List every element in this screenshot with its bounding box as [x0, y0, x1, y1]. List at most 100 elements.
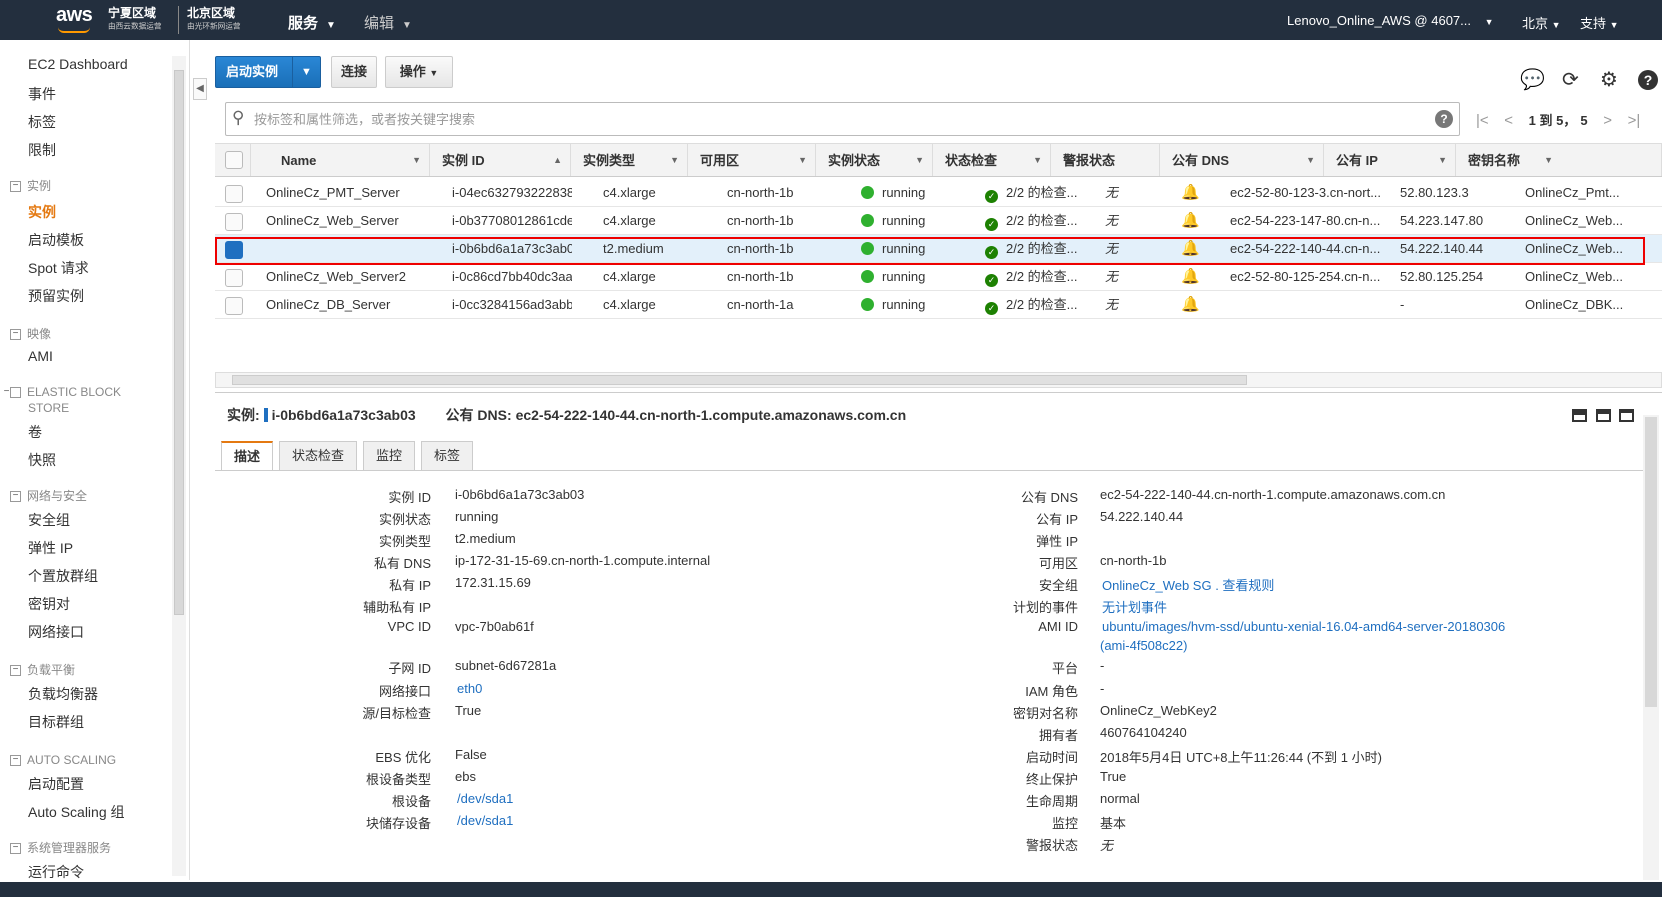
sidebar-section-instances[interactable]: − 实例 [10, 178, 51, 194]
tab-tags[interactable]: 标签 [421, 441, 473, 471]
sidebar-section-network[interactable]: − 网络与安全 [10, 488, 87, 504]
edit-menu[interactable]: 编辑 ▼ [364, 12, 412, 33]
sidebar-section-images[interactable]: − 映像 [10, 326, 51, 342]
table-row[interactable]: OnlineCz_PMT_Server i-04ec6327932228384 … [215, 179, 1662, 207]
alarm-create-icon[interactable]: 🔔 [1181, 207, 1201, 234]
link-ami[interactable]: ubuntu/images/hvm-ssd/ubuntu-xenial-16.0… [1102, 619, 1505, 634]
sidebar-section-load-balancing[interactable]: − 负载平衡 [10, 662, 75, 678]
panel-view-bottom-icon[interactable] [1572, 409, 1587, 422]
row-checkbox[interactable] [225, 269, 243, 287]
column-header-name[interactable]: Name ▼ [251, 144, 430, 176]
collapse-sidebar-button[interactable]: ◀ [193, 78, 207, 100]
row-checkbox[interactable] [225, 185, 243, 203]
column-header-public-ip[interactable]: 公有 IP ▼ [1324, 144, 1456, 176]
link-block-device[interactable]: /dev/sda1 [457, 813, 513, 828]
table-row[interactable]: OnlineCz_DB_Server i-0cc3284156ad3abb4 c… [215, 291, 1662, 319]
sidebar-item-limits[interactable]: 限制 [28, 140, 56, 160]
scrollbar-thumb[interactable] [1645, 417, 1657, 707]
table-row[interactable]: OnlineCz_Web_Server2 i-0c86cd7bb40dc3aa3… [215, 263, 1662, 291]
account-menu[interactable]: Lenovo_Online_AWS @ 4607... ▼ [1287, 13, 1494, 28]
connect-button[interactable]: 连接 [331, 56, 377, 88]
search-input[interactable] [254, 109, 1354, 129]
panel-view-split-icon[interactable] [1596, 409, 1611, 422]
gear-icon[interactable]: ⚙ [1600, 70, 1618, 90]
sidebar-section-systems-manager[interactable]: − 系统管理器服务 [10, 840, 111, 856]
alarm-create-icon[interactable]: 🔔 [1181, 235, 1201, 262]
sidebar-item-spot[interactable]: Spot 请求 [28, 258, 89, 278]
link-eth0[interactable]: eth0 [457, 681, 482, 696]
sidebar-item-instances[interactable]: 实例 [28, 202, 56, 222]
launch-instance-button[interactable]: 启动实例 ▼ [215, 56, 321, 88]
region-ningxia[interactable]: 宁夏区域 由西云数据运营 [108, 6, 171, 34]
sidebar-item-elastic-ip[interactable]: 弹性 IP [28, 538, 73, 558]
link-security-group[interactable]: OnlineCz_Web SG . 查看规则 [1102, 575, 1274, 594]
sidebar-item-ami[interactable]: AMI [28, 348, 53, 364]
aws-logo[interactable]: aws [56, 4, 93, 33]
sidebar-item-launch-templates[interactable]: 启动模板 [28, 230, 84, 250]
alarm-create-icon[interactable]: 🔔 [1181, 179, 1201, 206]
row-checkbox[interactable] [225, 241, 243, 259]
column-header-instance-type[interactable]: 实例类型 ▼ [571, 144, 688, 176]
sidebar-item-dashboard[interactable]: EC2 Dashboard [28, 56, 128, 72]
next-page-icon[interactable]: > [1603, 112, 1612, 129]
column-header-instance-id[interactable]: 实例 ID ▲ [430, 144, 571, 176]
sidebar-item-placement-groups[interactable]: 个置放群组 [28, 566, 98, 586]
sidebar-item-network-interfaces[interactable]: 网络接口 [28, 622, 84, 642]
sidebar-item-launch-configs[interactable]: 启动配置 [28, 774, 84, 794]
prev-page-icon[interactable]: < [1504, 112, 1513, 129]
column-header-public-dns[interactable]: 公有 DNS ▼ [1160, 144, 1324, 176]
sidebar-scrollbar[interactable] [172, 56, 186, 876]
sidebar-item-tags[interactable]: 标签 [28, 112, 56, 132]
row-checkbox[interactable] [225, 297, 243, 315]
scrollbar-thumb[interactable] [232, 375, 1247, 385]
link-ami-id[interactable]: (ami-4f508c22) [1100, 638, 1187, 653]
alarm-create-icon[interactable]: 🔔 [1181, 291, 1201, 318]
alarm-create-icon[interactable]: 🔔 [1181, 263, 1201, 290]
tab-description[interactable]: 描述 [221, 441, 273, 471]
sidebar-item-as-groups[interactable]: Auto Scaling 组 [28, 802, 125, 822]
support-menu[interactable]: 支持 ▼ [1580, 13, 1619, 32]
sidebar-section-auto-scaling[interactable]: − AUTO SCALING [10, 752, 116, 768]
services-menu[interactable]: 服务 ▼ [288, 12, 336, 33]
table-horizontal-scrollbar[interactable] [215, 372, 1662, 388]
column-header-alarm-status[interactable]: 警报状态 [1051, 144, 1160, 176]
sidebar-item-events[interactable]: 事件 [28, 84, 56, 104]
sidebar-section-ebs[interactable]: − ELASTIC BLOCK STORE [4, 384, 150, 416]
chevron-down-icon[interactable]: ▼ [292, 57, 320, 87]
region-beijing[interactable]: 北京区域 由光环新网运营 [178, 6, 250, 34]
tab-monitoring[interactable]: 监控 [363, 441, 415, 471]
sidebar-item-run-command[interactable]: 运行命令 [28, 862, 84, 882]
sidebar-item-target-groups[interactable]: 目标群组 [28, 712, 84, 732]
region-menu[interactable]: 北京 ▼ [1522, 13, 1561, 32]
details-scrollbar[interactable] [1643, 415, 1659, 880]
sidebar-item-reserved[interactable]: 预留实例 [28, 286, 84, 306]
column-header-instance-state[interactable]: 实例状态 ▼ [816, 144, 933, 176]
help-icon[interactable]: ? [1435, 110, 1453, 128]
sidebar-item-snapshots[interactable]: 快照 [28, 450, 56, 470]
help-icon[interactable]: ? [1638, 70, 1658, 90]
last-page-icon[interactable]: >| [1628, 112, 1641, 129]
sidebar-item-security-groups[interactable]: 安全组 [28, 510, 70, 530]
refresh-icon[interactable]: ⟳ [1562, 70, 1579, 90]
running-status-icon [861, 298, 874, 311]
column-header-status-checks[interactable]: 状态检查 ▼ [933, 144, 1051, 176]
sidebar-item-key-pairs[interactable]: 密钥对 [28, 594, 70, 614]
table-row-selected[interactable]: i-0b6bd6a1a73c3ab03 t2.medium cn-north-1… [215, 235, 1662, 263]
first-page-icon[interactable]: |< [1476, 112, 1489, 129]
actions-button[interactable]: 操作 ▼ [385, 56, 453, 88]
sidebar-item-load-balancers[interactable]: 负载均衡器 [28, 684, 98, 704]
chat-icon[interactable]: 💬 [1520, 70, 1545, 90]
select-all-checkbox[interactable] [225, 151, 243, 169]
link-scheduled-events[interactable]: 无计划事件 [1102, 597, 1167, 616]
filter-search-box[interactable]: ⚲ ? [225, 102, 1460, 136]
sidebar-item-volumes[interactable]: 卷 [28, 422, 42, 442]
tab-status-checks[interactable]: 状态检查 [279, 441, 357, 471]
scrollbar-thumb[interactable] [174, 70, 184, 615]
row-checkbox[interactable] [225, 213, 243, 231]
column-header-key-name[interactable]: 密钥名称 ▼ [1456, 144, 1662, 176]
link-root-device[interactable]: /dev/sda1 [457, 791, 513, 806]
table-row[interactable]: OnlineCz_Web_Server i-0b37708012861cdea … [215, 207, 1662, 235]
panel-view-max-icon[interactable] [1619, 409, 1634, 422]
column-header-availability-zone[interactable]: 可用区 ▼ [688, 144, 816, 176]
cell-instance-state: running [861, 207, 961, 234]
